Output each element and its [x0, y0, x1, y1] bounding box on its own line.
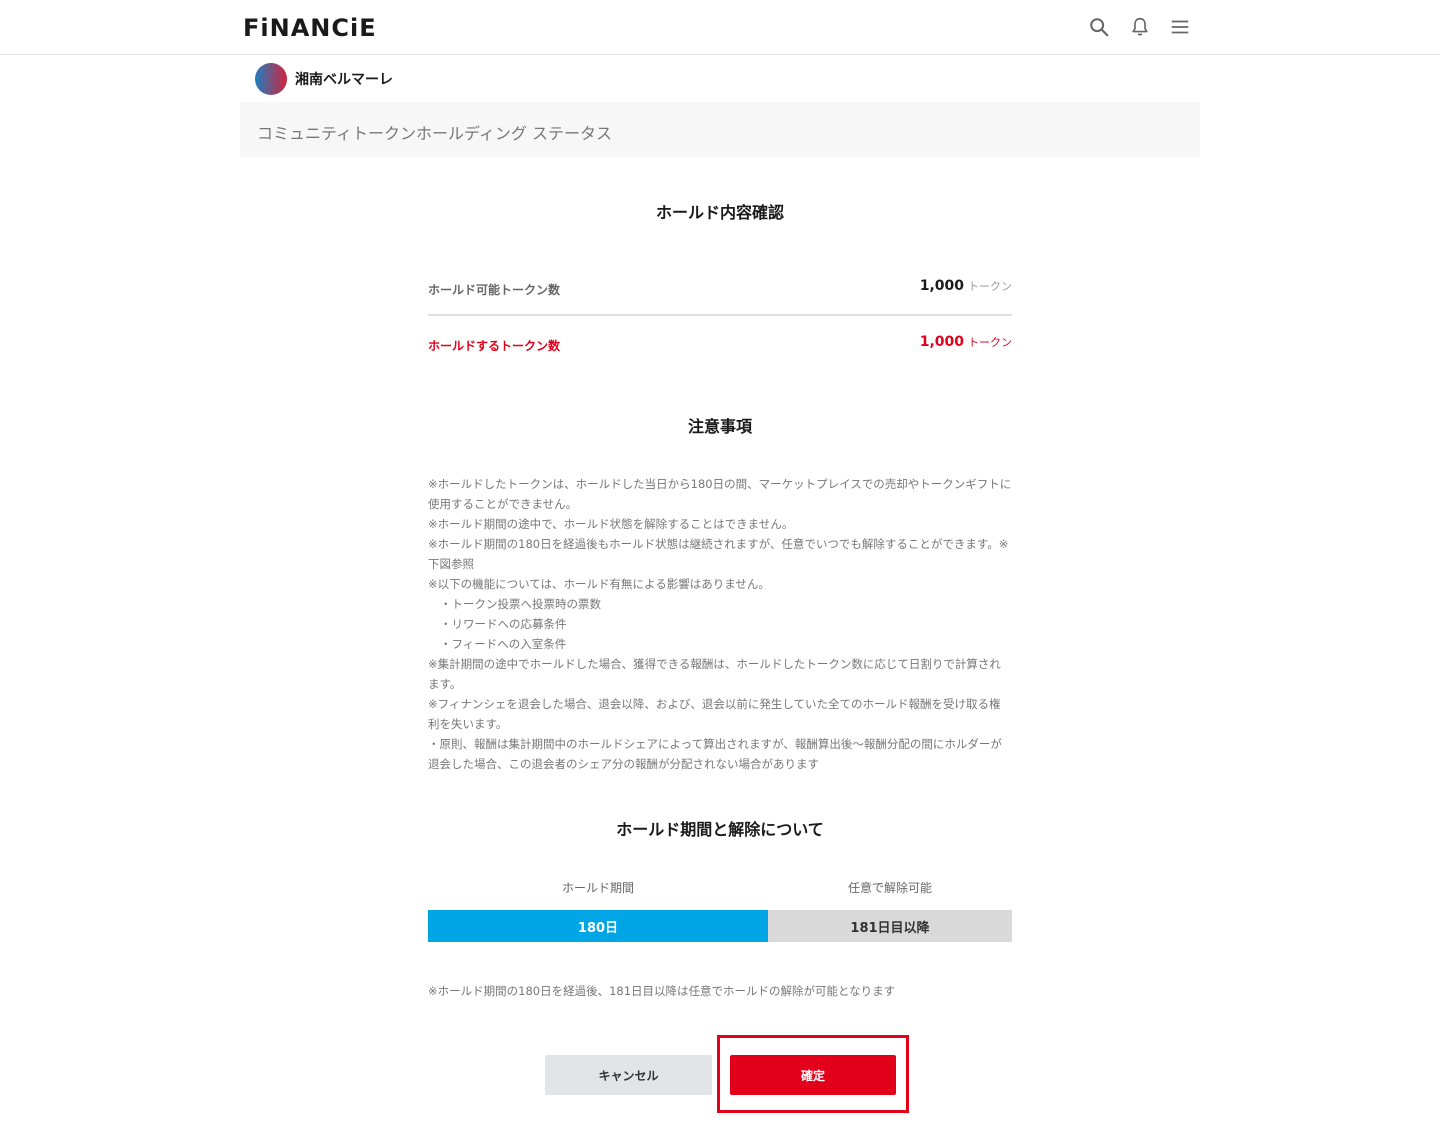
confirm-section-title: ホールド内容確認	[655, 203, 784, 222]
status-bar-title: コミュニティトークンホールディング ステータス	[257, 124, 613, 143]
note-line: ・フィードへの入室条件	[440, 637, 567, 651]
free-period-label: 任意で解除可能	[847, 881, 932, 895]
cancel-button[interactable]: キャンセル	[545, 1055, 712, 1095]
hold-period-value: 180日	[577, 920, 619, 936]
hold-period-label: ホールド期間	[561, 881, 634, 895]
bell-icon[interactable]	[1129, 16, 1151, 38]
community-avatar	[255, 63, 287, 95]
top-header: FiNANCiE	[0, 0, 1440, 55]
note-line: ※以下の機能については、ホールド有無による影響はありません。	[428, 577, 770, 591]
row-divider	[428, 314, 1012, 316]
hold-token-label: ホールドするトークン数	[428, 339, 561, 353]
search-icon[interactable]	[1088, 16, 1110, 38]
hold-token-value: 1,000 トークン	[919, 334, 1012, 350]
status-bar: コミュニティトークンホールディング ステータス	[240, 102, 1200, 157]
free-period-bar: 181日目以降	[768, 910, 1012, 942]
notes-section-title: 注意事項	[687, 417, 752, 436]
holdable-token-label: ホールド可能トークン数	[428, 283, 561, 297]
confirm-button[interactable]: 確定	[730, 1055, 896, 1095]
note-line: ※ホールド期間の180日を経過後もホールド状態は継続されますが、任意でいつでも解…	[428, 537, 1009, 571]
community-header[interactable]: 湘南ベルマーレ	[255, 63, 393, 95]
note-line: ・トークン投票へ投票時の票数	[440, 597, 601, 611]
period-section-title: ホールド期間と解除について	[616, 820, 824, 839]
note-line: ※集計期間の途中でホールドした場合、獲得できる報酬は、ホールドしたトークン数に応…	[428, 657, 1001, 691]
hold-token-row: ホールドするトークン数 1,000 トークン	[428, 334, 1012, 354]
holdable-token-row: ホールド可能トークン数 1,000 トークン	[428, 278, 1012, 298]
community-name: 湘南ベルマーレ	[295, 72, 393, 88]
note-line: ※フィナンシェを退会した場合、退会以降、および、退会以前に発生していた全てのホー…	[428, 697, 1001, 731]
menu-icon[interactable]	[1169, 16, 1191, 38]
period-note: ※ホールド期間の180日を経過後、181日目以降は任意でホールドの解除が可能とな…	[428, 984, 896, 998]
note-line: ※ホールド期間の途中で、ホールド状態を解除することはできません。	[428, 517, 794, 531]
free-period-value: 181日目以降	[850, 920, 930, 936]
note-line: ・原則、報酬は集計期間中のホールドシェアによって算出されますが、報酬算出後〜報酬…	[428, 737, 1002, 771]
holdable-token-value: 1,000 トークン	[919, 278, 1012, 294]
financie-logo[interactable]: FiNANCiE	[243, 14, 377, 42]
hold-period-bar: 180日	[428, 910, 768, 942]
note-line: ・リワードへの応募条件	[440, 617, 567, 631]
note-line: ※ホールドしたトークンは、ホールドした当日から180日の間、マーケットプレイスで…	[428, 477, 1012, 511]
notes-list: ※ホールドしたトークンは、ホールドした当日から180日の間、マーケットプレイスで…	[428, 474, 1012, 774]
